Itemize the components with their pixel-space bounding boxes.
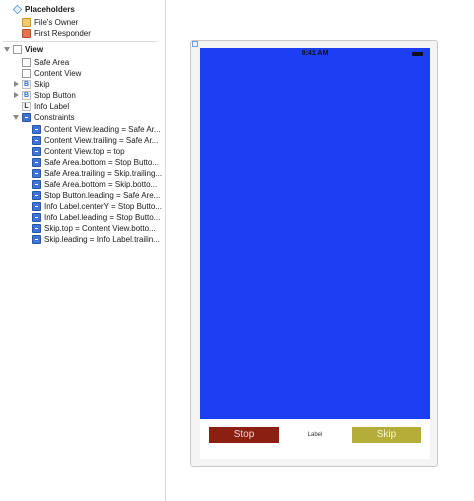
document-outline: Placeholders File's Owner First Responde… — [0, 0, 166, 501]
constraint-icon — [32, 180, 41, 189]
constraint-label: Content View.top = top — [44, 147, 125, 156]
constraint-icon — [32, 213, 41, 222]
content-view-icon — [22, 69, 31, 78]
button-type-icon: B — [22, 80, 31, 89]
outline-item-view[interactable]: View — [0, 44, 165, 55]
disclosure-down-icon[interactable] — [4, 47, 10, 52]
first-responder-label: First Responder — [34, 29, 91, 38]
outline-item-stop-button[interactable]: B Stop Button — [0, 90, 165, 101]
safe-area-label: Safe Area — [34, 58, 70, 67]
battery-icon — [412, 52, 423, 56]
files-owner-icon — [22, 18, 31, 27]
disclosure-right-icon[interactable] — [14, 81, 19, 87]
outline-item-skip[interactable]: B Skip — [0, 79, 165, 90]
constraint-icon — [32, 147, 41, 156]
constraint-label: Safe Area.bottom = Skip.botto... — [44, 180, 158, 189]
constraint-label: Content View.leading = Safe Ar... — [44, 125, 161, 134]
outline-item-safe-area[interactable]: Safe Area — [0, 57, 165, 68]
view-icon — [13, 45, 22, 54]
constraint-label: Content View.trailing = Safe Ar... — [44, 136, 159, 145]
outline-item-content-view[interactable]: Content View — [0, 68, 165, 79]
content-view[interactable]: 9:41 AM — [200, 48, 430, 419]
outline-divider — [3, 41, 158, 42]
constraint-item[interactable]: Info Label.centerY = Stop Butto... — [0, 201, 165, 212]
content-view-label: Content View — [34, 69, 82, 78]
constraint-label: Safe Area.trailing = Skip.trailing... — [44, 169, 163, 178]
files-owner-label: File's Owner — [34, 18, 79, 27]
status-bar-time: 9:41 AM — [301, 50, 329, 57]
constraint-label: Skip.top = Content View.botto... — [44, 224, 156, 233]
constraint-label: Info Label.leading = Stop Butto... — [44, 213, 161, 222]
button-type-icon: B — [22, 91, 31, 100]
interface-builder-canvas[interactable]: 9:41 AM Stop Label Skip — [166, 0, 474, 501]
constraint-label: Safe Area.bottom = Stop Butto... — [44, 158, 159, 167]
constraint-label: Stop Button.leading = Safe Are... — [44, 191, 161, 200]
constraint-item[interactable]: Safe Area.bottom = Stop Butto... — [0, 157, 165, 168]
skip-button[interactable]: Skip — [352, 427, 421, 443]
constraint-label: Skip.leading = Info Label.trailin... — [44, 235, 160, 244]
constraint-icon — [32, 202, 41, 211]
constraint-label: Info Label.centerY = Stop Butto... — [44, 202, 162, 211]
constraint-item[interactable]: Info Label.leading = Stop Butto... — [0, 212, 165, 223]
disclosure-down-icon[interactable] — [13, 115, 19, 120]
constraint-icon — [32, 235, 41, 244]
constraint-icon — [32, 191, 41, 200]
constraints-icon — [22, 113, 31, 122]
outline-item-info-label[interactable]: L Info Label — [0, 101, 165, 112]
constraint-item[interactable]: Content View.top = top — [0, 146, 165, 157]
label-type-icon: L — [22, 102, 31, 111]
scene-handle-icon[interactable] — [192, 41, 198, 47]
placeholders-header[interactable]: Placeholders — [0, 4, 165, 15]
stop-button[interactable]: Stop — [209, 427, 279, 443]
skip-label: Skip — [34, 80, 50, 89]
outline-item-first-responder[interactable]: First Responder — [0, 28, 165, 39]
stop-button-label: Stop Button — [34, 91, 76, 100]
first-responder-icon — [22, 29, 31, 38]
placeholders-label: Placeholders — [25, 5, 75, 14]
info-label-label: Info Label — [34, 102, 70, 111]
constraint-item[interactable]: Safe Area.trailing = Skip.trailing... — [0, 168, 165, 179]
constraint-item[interactable]: Content View.trailing = Safe Ar... — [0, 135, 165, 146]
constraint-icon — [32, 158, 41, 167]
constraints-label: Constraints — [34, 113, 75, 122]
constraint-item[interactable]: Safe Area.bottom = Skip.botto... — [0, 179, 165, 190]
constraint-item[interactable]: Skip.leading = Info Label.trailin... — [0, 234, 165, 245]
disclosure-right-icon[interactable] — [14, 92, 19, 98]
constraint-item[interactable]: Skip.top = Content View.botto... — [0, 223, 165, 234]
outline-item-constraints[interactable]: Constraints — [0, 112, 165, 123]
info-label[interactable]: Label — [296, 429, 334, 441]
safe-area-icon — [22, 58, 31, 67]
constraint-item[interactable]: Stop Button.leading = Safe Are... — [0, 190, 165, 201]
constraint-item[interactable]: Content View.leading = Safe Ar... — [0, 124, 165, 135]
constraint-icon — [32, 224, 41, 233]
constraint-icon — [32, 136, 41, 145]
device-screen: 9:41 AM Stop Label Skip — [200, 48, 430, 459]
placeholders-icon — [12, 4, 23, 15]
outline-item-files-owner[interactable]: File's Owner — [0, 17, 165, 28]
view-label: View — [25, 45, 44, 54]
constraint-icon — [32, 125, 41, 134]
constraint-icon — [32, 169, 41, 178]
